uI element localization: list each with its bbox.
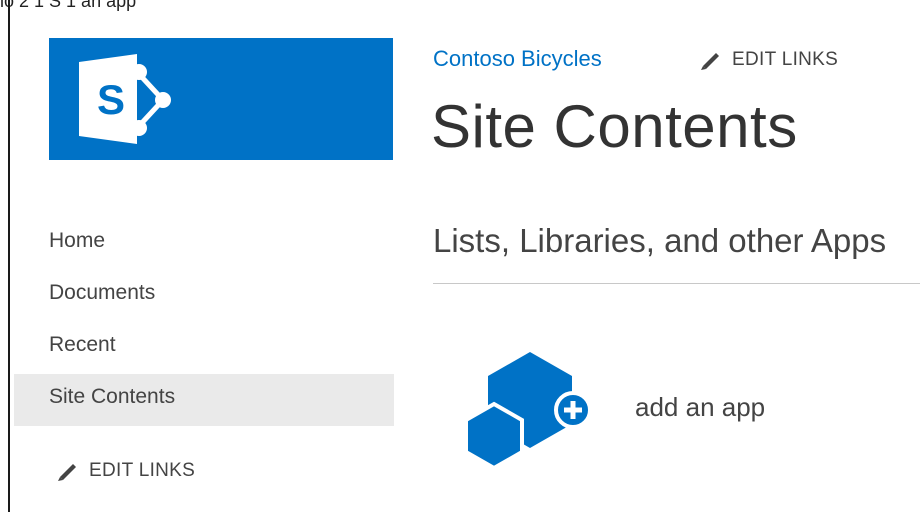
window-edge bbox=[8, 0, 10, 512]
edit-links-label: EDIT LINKS bbox=[89, 460, 196, 481]
add-app-hexagon-icon bbox=[464, 352, 592, 470]
section-divider bbox=[433, 283, 920, 284]
top-caption: lo 2 1 S 1 an app bbox=[0, 0, 137, 11]
quick-launch-edit-links[interactable]: EDIT LINKS bbox=[55, 460, 195, 482]
site-logo[interactable]: S bbox=[49, 38, 393, 160]
svg-text:S: S bbox=[97, 76, 125, 123]
add-an-app-tile[interactable]: add an app bbox=[462, 350, 792, 470]
nav-item-home[interactable]: Home bbox=[14, 218, 394, 270]
pencil-icon bbox=[701, 53, 719, 70]
add-an-app-label: add an app bbox=[635, 392, 766, 422]
edit-links-label: EDIT LINKS bbox=[732, 49, 839, 70]
sharepoint-logo-icon: S bbox=[79, 54, 171, 144]
nav-item-recent[interactable]: Recent bbox=[14, 322, 394, 374]
nav-item-documents[interactable]: Documents bbox=[14, 270, 394, 322]
top-nav-edit-links[interactable]: EDIT LINKS bbox=[698, 49, 838, 71]
page-title: Site Contents bbox=[431, 93, 798, 160]
section-heading: Lists, Libraries, and other Apps bbox=[433, 222, 887, 259]
site-name-link[interactable]: Contoso Bicycles bbox=[433, 46, 602, 72]
quick-launch-nav: Home Documents Recent Site Contents bbox=[14, 218, 394, 426]
pencil-icon bbox=[58, 464, 76, 481]
nav-item-site-contents[interactable]: Site Contents bbox=[14, 374, 394, 426]
